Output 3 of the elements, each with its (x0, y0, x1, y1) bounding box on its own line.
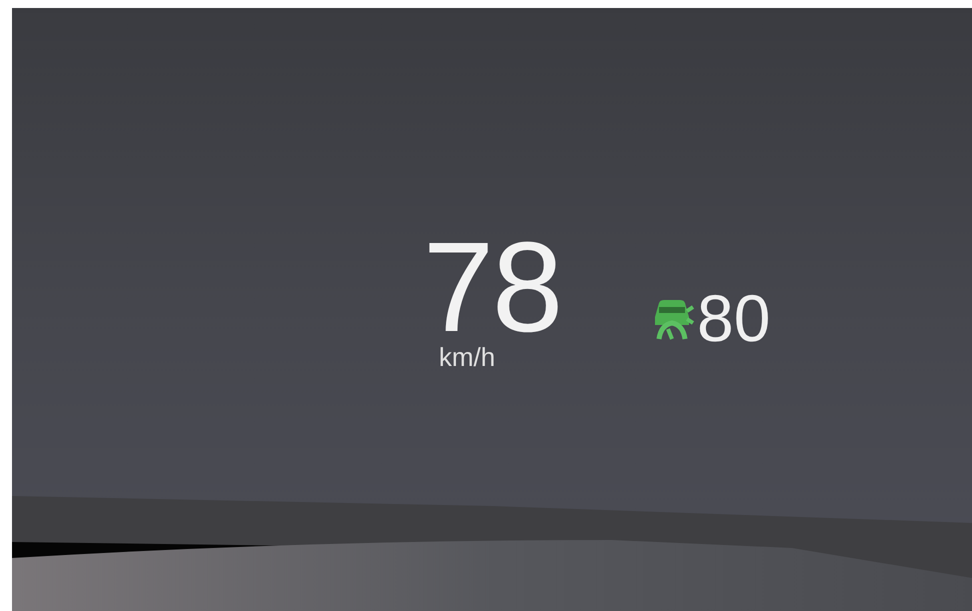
speed-unit: km/h (438, 342, 496, 372)
speed-reading: 78 (422, 236, 562, 340)
speed-limit: 80 (697, 286, 770, 350)
